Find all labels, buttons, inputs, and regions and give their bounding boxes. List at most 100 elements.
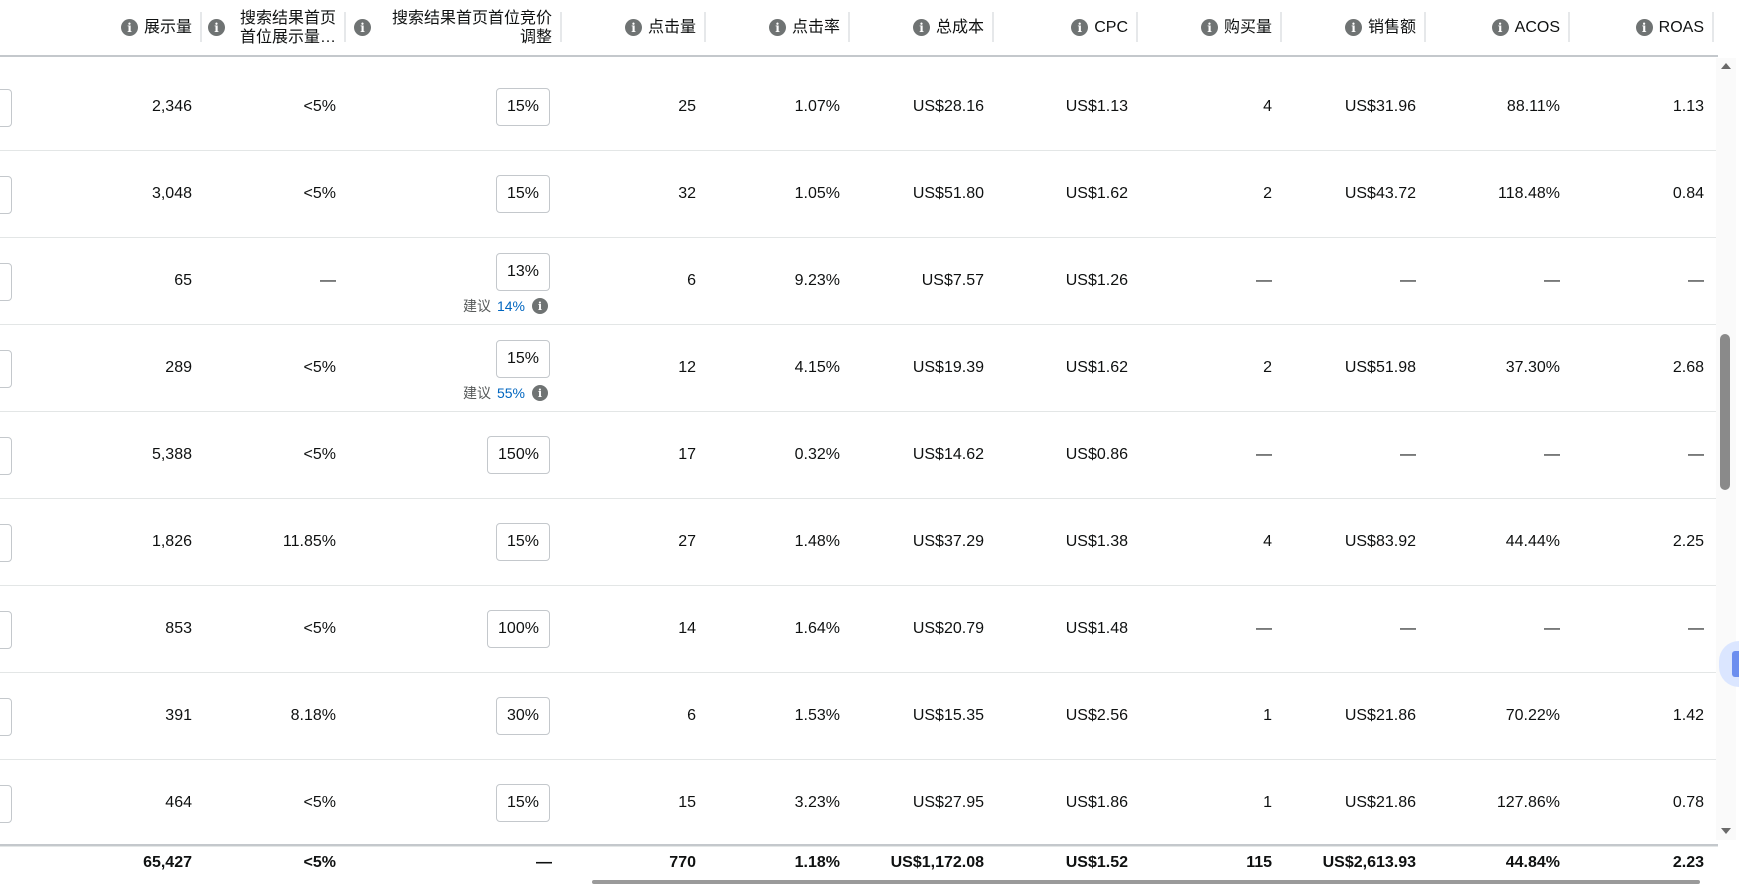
cell-clicks: 17 (678, 446, 696, 463)
bid-adjustment-input[interactable]: 15% (496, 523, 550, 561)
row-checkbox-edge[interactable] (0, 611, 12, 649)
column-header-label: 点击量 (647, 19, 696, 36)
vertical-scroll-thumb[interactable] (1720, 334, 1730, 490)
cell-impressions: 289 (165, 359, 192, 376)
cell-clicks: 6 (687, 272, 696, 289)
column-header-label: 总成本 (935, 19, 984, 36)
cell-cpc: US$1.48 (1065, 620, 1128, 637)
info-icon[interactable]: i (624, 19, 642, 36)
horizontal-scroll-thumb[interactable] (592, 880, 1700, 884)
row-checkbox-edge[interactable] (0, 698, 12, 736)
cell-cpc: US$1.26 (1065, 272, 1128, 289)
info-icon[interactable]: i (1344, 19, 1362, 36)
table-row: 289 <5% 15% 建议 55% i 12 4.15% US$19.39 US$1.62 2 US… (0, 325, 1718, 412)
bid-adjustment-input[interactable]: 30% (496, 697, 550, 735)
scroll-down-arrow-icon[interactable] (1721, 828, 1731, 834)
row-checkbox-edge[interactable] (0, 89, 12, 127)
cell-spend: US$27.95 (912, 794, 984, 811)
cell-acos: 127.86% (1496, 794, 1560, 811)
cell-orders: 4 (1263, 533, 1272, 550)
cell-tos_bid_adj: 15% (346, 151, 562, 237)
column-header-cpc[interactable]: i CPC (994, 0, 1138, 55)
column-header-ctr[interactable]: i 点击率 (706, 0, 850, 55)
suggested-bid-value[interactable]: 14% (497, 298, 525, 314)
bid-adjustment-input[interactable]: 15% (496, 340, 550, 378)
cell-sales: — (1400, 620, 1416, 637)
cell-orders: — (1256, 272, 1272, 289)
row-checkbox-edge[interactable] (0, 524, 12, 562)
column-header-tos_bid_adj[interactable]: i 搜索结果首页首位竞价调整 (346, 0, 562, 55)
column-header-label: 购买量 (1223, 19, 1272, 36)
cell-spend: US$14.62 (912, 446, 984, 463)
row-checkbox-edge[interactable] (0, 785, 12, 823)
cell-orders: 4 (1263, 98, 1272, 115)
info-icon[interactable]: i (532, 385, 548, 401)
cell-roas: 1.13 (1672, 98, 1704, 115)
cell-acos: 37.30% (1505, 359, 1560, 376)
row-checkbox-edge[interactable] (0, 437, 12, 475)
info-icon[interactable]: i (1071, 19, 1089, 36)
cell-tos_bid_adj: 13% 建议 14% i (346, 238, 562, 324)
column-header-sales[interactable]: i 销售额 (1282, 0, 1426, 55)
panel-handle-icon (1732, 651, 1739, 677)
total-ctr: 1.18% (794, 854, 840, 871)
column-header-label: ACOS (1514, 19, 1560, 36)
bid-adjustment-input[interactable]: 15% (496, 88, 550, 126)
table-body: 2,346 <5% 15% 25 1.07% US$28.16 US$1.13 4 US$31.… (0, 64, 1718, 847)
row-checkbox-edge[interactable] (0, 176, 12, 214)
cell-orders: 2 (1263, 359, 1272, 376)
info-icon[interactable]: i (120, 19, 138, 36)
total-roas: 2.23 (1672, 854, 1704, 871)
total-acos: 44.84% (1505, 854, 1560, 871)
cell-tos_bid_adj: 15% (346, 499, 562, 585)
bid-adjustment-input[interactable]: 15% (496, 784, 550, 822)
cell-cpc: US$1.86 (1065, 794, 1128, 811)
cell-clicks: 14 (678, 620, 696, 637)
row-checkbox-edge[interactable] (0, 350, 12, 388)
cell-spend: US$20.79 (912, 620, 984, 637)
info-icon[interactable]: i (532, 298, 548, 314)
column-header-clicks[interactable]: i 点击量 (562, 0, 706, 55)
total-sales: US$2,613.93 (1322, 854, 1416, 871)
info-icon[interactable]: i (1635, 19, 1653, 36)
info-icon[interactable]: i (768, 19, 786, 36)
info-icon[interactable]: i (1491, 19, 1509, 36)
cell-impressions: 65 (174, 272, 192, 289)
bid-adjustment-input[interactable]: 13% (496, 253, 550, 291)
bid-adjustment-input[interactable]: 150% (487, 436, 550, 474)
cell-sales: US$83.92 (1344, 533, 1416, 550)
vertical-scrollbar[interactable] (1716, 58, 1736, 840)
cell-clicks: 6 (687, 707, 696, 724)
column-header-acos[interactable]: i ACOS (1426, 0, 1570, 55)
scroll-up-arrow-icon[interactable] (1721, 63, 1731, 69)
table-row: 853 <5% 100% 14 1.64% US$20.79 US$1.48 — — — — (0, 586, 1718, 673)
cell-sales: — (1400, 272, 1416, 289)
info-icon[interactable]: i (354, 19, 371, 36)
column-header-roas[interactable]: i ROAS (1570, 0, 1714, 55)
cell-orders: — (1256, 620, 1272, 637)
column-header-orders[interactable]: i 购买量 (1138, 0, 1282, 55)
bid-adjustment-input[interactable]: 100% (487, 610, 550, 648)
column-header-label: 展示量 (143, 19, 192, 36)
table-row: 2,346 <5% 15% 25 1.07% US$28.16 US$1.13 4 US$31.… (0, 64, 1718, 151)
column-resize-divider[interactable] (1712, 12, 1714, 42)
column-header-label: 搜索结果首页首位展示量… (239, 9, 336, 46)
cell-acos: 44.44% (1505, 533, 1560, 550)
info-icon[interactable]: i (1200, 19, 1218, 36)
cell-ctr: 1.64% (794, 620, 840, 637)
column-header-tos_is[interactable]: i 搜索结果首页首位展示量… (202, 0, 346, 55)
column-header-impressions[interactable]: i 展示量 (22, 0, 202, 55)
bid-adjustment-input[interactable]: 15% (496, 175, 550, 213)
suggested-bid-value[interactable]: 55% (497, 385, 525, 401)
table-row: 5,388 <5% 150% 17 0.32% US$14.62 US$0.86 — — — — (0, 412, 1718, 499)
column-header-label: 搜索结果首页首位竞价调整 (391, 9, 552, 46)
suggested-bid-label: 建议 (462, 298, 491, 314)
info-icon[interactable]: i (912, 19, 930, 36)
info-icon[interactable]: i (208, 19, 225, 36)
cell-ctr: 1.05% (794, 185, 840, 202)
cell-impressions: 3,048 (151, 185, 192, 202)
row-checkbox-edge[interactable] (0, 263, 12, 301)
cell-tos_is: <5% (303, 620, 336, 637)
column-header-spend[interactable]: i 总成本 (850, 0, 994, 55)
cell-ctr: 4.15% (794, 359, 840, 376)
